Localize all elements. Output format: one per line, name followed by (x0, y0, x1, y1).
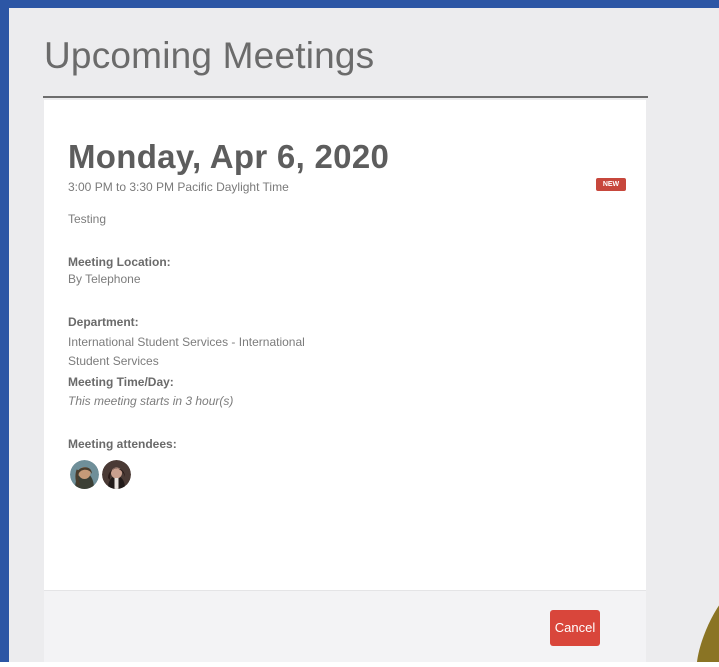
attendees-label: Meeting attendees: (68, 437, 177, 451)
meeting-time-range: 3:00 PM to 3:30 PM Pacific Daylight Time (68, 180, 289, 194)
location-label: Meeting Location: (68, 255, 171, 269)
department-label: Department: (68, 315, 139, 329)
new-badge: NEW (596, 178, 626, 191)
attendee-avatar-2[interactable] (102, 460, 131, 489)
location-value: By Telephone (68, 272, 141, 286)
attendee-avatar-1[interactable] (70, 460, 99, 489)
meeting-date: Monday, Apr 6, 2020 (68, 138, 390, 175)
pointer-arrow-icon (697, 594, 719, 667)
time-label: Meeting Time/Day: (68, 375, 174, 389)
department-value-line2: Student Services (68, 354, 159, 368)
page-background: Upcoming Meetings Monday, Apr 6, 2020 3:… (9, 8, 719, 662)
window-frame: Upcoming Meetings Monday, Apr 6, 2020 3:… (0, 0, 719, 662)
department-value-line1: International Student Services - Interna… (68, 335, 305, 349)
cancel-button[interactable]: Cancel (550, 610, 600, 646)
meeting-card: Monday, Apr 6, 2020 3:00 PM to 3:30 PM P… (44, 100, 646, 662)
meeting-description: Testing (68, 212, 107, 226)
page-title: Upcoming Meetings (44, 35, 375, 76)
time-value: This meeting starts in 3 hour(s) (68, 394, 234, 408)
title-divider (43, 96, 648, 98)
